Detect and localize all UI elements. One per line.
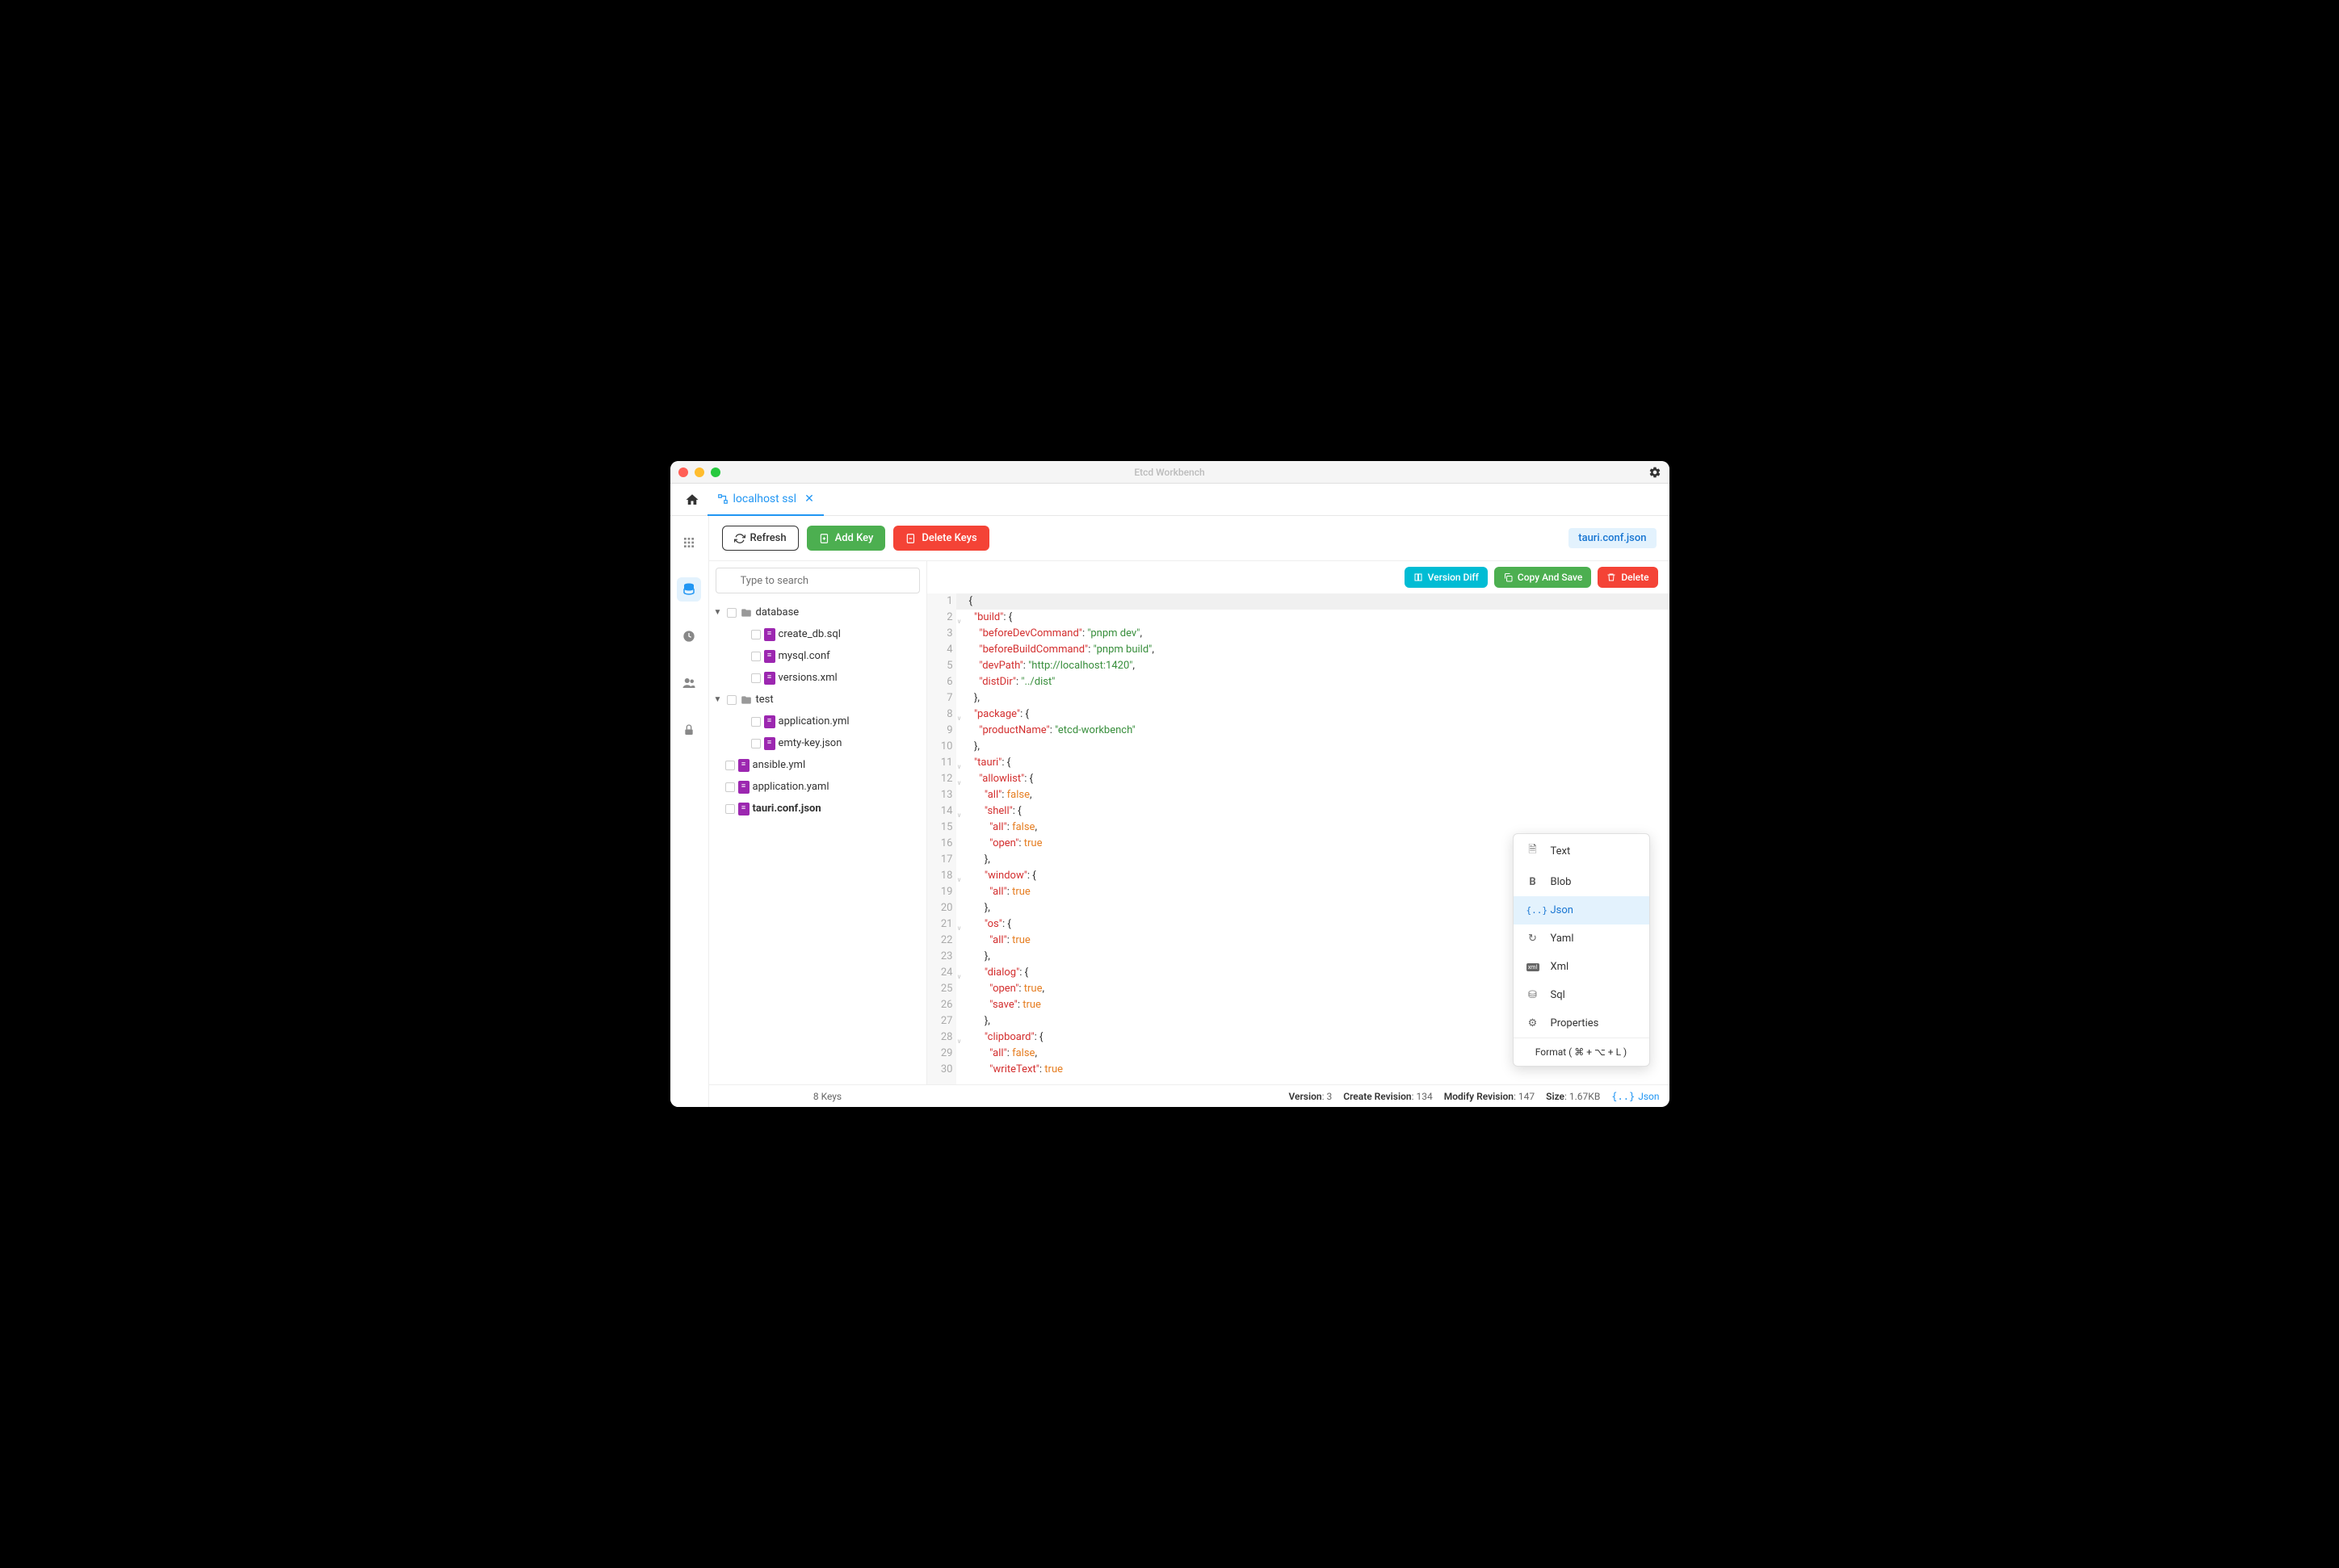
checkbox[interactable]: [727, 608, 737, 618]
format-option-xml[interactable]: xmlXml: [1514, 953, 1649, 981]
file-icon: [738, 781, 750, 794]
status-modify-revision: Modify Revision: 147: [1444, 1091, 1535, 1102]
refresh-icon: [734, 533, 745, 544]
checkbox[interactable]: [751, 652, 761, 661]
dock-lock[interactable]: [677, 718, 701, 742]
traffic-lights: [678, 467, 720, 477]
file-icon: [764, 737, 775, 750]
file-icon: [764, 628, 775, 641]
dock-users[interactable]: [677, 671, 701, 695]
format-popup: 🗎TextBBlob{..}Json↻YamlxmlXml⛁Sql⚙Proper…: [1513, 833, 1650, 1067]
toolbar: Refresh Add Key Delete Keys tauri.conf.j…: [709, 516, 1669, 561]
format-option-sql[interactable]: ⛁Sql: [1514, 981, 1649, 1009]
status-bar: 8 Keys Version: 3 Create Revision: 134 M…: [709, 1084, 1669, 1107]
tree-file[interactable]: versions.xml: [709, 667, 926, 689]
dock-clock[interactable]: [677, 624, 701, 648]
copy-icon: [1503, 572, 1513, 582]
file-icon: [764, 650, 775, 663]
trash-icon: [1606, 572, 1616, 582]
key-count: 8 Keys: [719, 1091, 937, 1102]
tree-folder[interactable]: ▼test: [709, 689, 926, 711]
home-icon: [685, 493, 699, 507]
format-option-properties[interactable]: ⚙Properties: [1514, 1009, 1649, 1038]
format-option-yaml[interactable]: ↻Yaml: [1514, 924, 1649, 953]
file-icon: [738, 759, 750, 772]
dock-grid[interactable]: [677, 530, 701, 555]
checkbox[interactable]: [727, 695, 737, 705]
key-tree-sidebar: ▼databasecreate_db.sqlmysql.confversions…: [709, 561, 927, 1084]
tree-folder[interactable]: ▼database: [709, 602, 926, 623]
delete-icon: [905, 533, 917, 544]
search-input[interactable]: [716, 568, 920, 593]
format-shortcut: Format ( ⌘ + ⌥ + L ): [1514, 1038, 1649, 1066]
format-option-blob[interactable]: BBlob: [1514, 868, 1649, 896]
window-title: Etcd Workbench: [1134, 467, 1204, 478]
refresh-button[interactable]: Refresh: [722, 526, 799, 551]
delete-keys-button[interactable]: Delete Keys: [893, 526, 989, 551]
tree-file[interactable]: application.yml: [709, 711, 926, 732]
home-tab[interactable]: [677, 493, 708, 507]
tree-file[interactable]: mysql.conf: [709, 645, 926, 667]
diff-icon: [1413, 572, 1423, 582]
key-tree[interactable]: ▼databasecreate_db.sqlmysql.confversions…: [709, 600, 926, 1084]
editor-actions: Version Diff Copy And Save Delete: [927, 561, 1669, 593]
format-selector[interactable]: {..} Json: [1611, 1091, 1659, 1102]
maximize-window[interactable]: [711, 467, 720, 477]
tab-bar: localhost ssl ✕: [670, 484, 1669, 516]
current-key-chip: tauri.conf.json: [1568, 528, 1656, 548]
tree-file[interactable]: application.yaml: [709, 776, 926, 798]
version-diff-button[interactable]: Version Diff: [1405, 567, 1488, 588]
format-option-text[interactable]: 🗎Text: [1514, 834, 1649, 868]
tree-file[interactable]: create_db.sql: [709, 623, 926, 645]
titlebar: Etcd Workbench: [670, 461, 1669, 484]
status-create-revision: Create Revision: 134: [1343, 1091, 1432, 1102]
checkbox[interactable]: [751, 673, 761, 683]
format-option-json[interactable]: {..}Json: [1514, 896, 1649, 924]
connection-tab[interactable]: localhost ssl ✕: [708, 484, 824, 516]
connection-tab-label: localhost ssl: [733, 493, 797, 505]
checkbox[interactable]: [751, 739, 761, 748]
close-window[interactable]: [678, 467, 688, 477]
add-icon: [819, 533, 830, 544]
status-size: Size: 1.67KB: [1546, 1091, 1600, 1102]
app-window: Etcd Workbench localhost ssl ✕ Refr: [670, 461, 1669, 1107]
tree-file[interactable]: emty-key.json: [709, 732, 926, 754]
status-version: Version: 3: [1289, 1091, 1333, 1102]
file-icon: [764, 715, 775, 728]
delete-button[interactable]: Delete: [1598, 567, 1657, 588]
checkbox[interactable]: [725, 761, 735, 770]
add-key-button[interactable]: Add Key: [807, 526, 886, 551]
close-tab-icon[interactable]: ✕: [804, 493, 814, 505]
checkbox[interactable]: [751, 717, 761, 727]
dock-database[interactable]: [677, 577, 701, 602]
file-icon: [764, 672, 775, 685]
connection-icon: [717, 493, 729, 505]
tree-file[interactable]: ansible.yml: [709, 754, 926, 776]
copy-save-button[interactable]: Copy And Save: [1494, 567, 1591, 588]
minimize-window[interactable]: [695, 467, 704, 477]
tree-file[interactable]: tauri.conf.json: [709, 798, 926, 820]
file-icon: [738, 803, 750, 815]
settings-icon[interactable]: [1648, 466, 1661, 479]
line-gutter: 1234567891011121314151617181920212223242…: [927, 593, 956, 1084]
checkbox[interactable]: [751, 630, 761, 639]
checkbox[interactable]: [725, 782, 735, 792]
checkbox[interactable]: [725, 804, 735, 814]
left-dock: [670, 516, 709, 1107]
